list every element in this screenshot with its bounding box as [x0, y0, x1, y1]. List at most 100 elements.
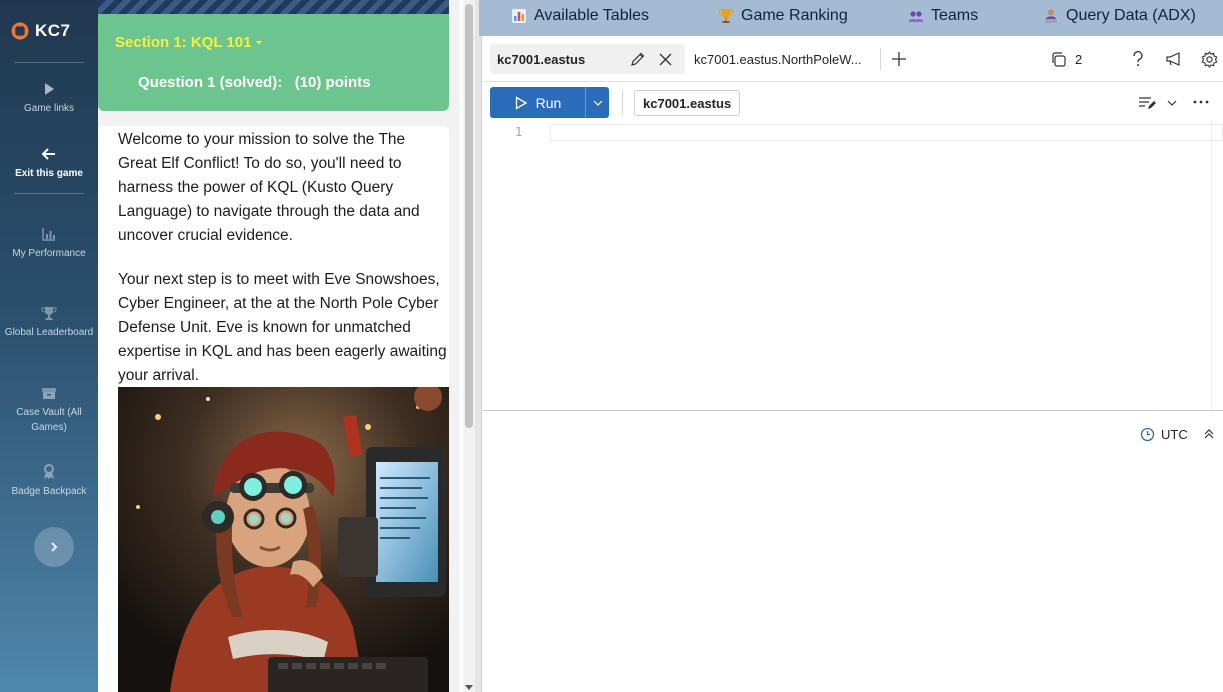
panel-divider[interactable] [475, 0, 482, 692]
chevron-down-icon [593, 100, 602, 106]
sidebar-item-global-leaderboard[interactable]: Global Leaderboard [4, 305, 94, 340]
elf-engineer-illustration [118, 387, 449, 692]
timezone-label: UTC [1161, 427, 1188, 442]
run-options-dropdown[interactable] [585, 87, 609, 118]
current-line-highlight[interactable] [550, 124, 1223, 141]
mission-illustration [118, 387, 449, 692]
mission-content: Welcome to your mission to solve the The… [98, 126, 449, 692]
app-root: KC7 Game links Exit this game My Perform… [0, 0, 1223, 692]
more-horizontal-icon [1193, 100, 1209, 104]
sidebar-item-label: Global Leaderboard [4, 327, 94, 338]
editor-scrollbar[interactable] [1211, 122, 1223, 410]
format-options-dropdown[interactable] [1166, 97, 1178, 109]
section-card: Section 1: KQL 101 Question 1 (solved): … [98, 14, 449, 111]
caret-down-icon [256, 40, 263, 44]
query-editor[interactable]: 1 [482, 122, 1223, 410]
sidebar-item-exit-game[interactable]: Exit this game [0, 146, 98, 181]
play-icon [45, 83, 54, 95]
user-laptop-icon [1045, 9, 1057, 23]
gear-icon [1201, 50, 1217, 68]
database-selector[interactable]: kc7001.eastus [634, 90, 741, 116]
nav-query-data-adx[interactable]: Query Data (ADX) [1043, 0, 1196, 32]
question-points: (10) points [294, 74, 371, 91]
tab-label: kc7001.eastus [497, 51, 586, 67]
run-button-group: Run [490, 87, 609, 118]
copies-button[interactable]: 2 [1050, 49, 1082, 69]
question-header: Question 1 (solved): (10) points [138, 74, 371, 91]
plus-icon [892, 52, 906, 66]
nav-teams[interactable]: Teams [908, 0, 978, 32]
sidebar-item-label: My Performance [12, 248, 86, 259]
run-button[interactable]: Run [490, 87, 585, 118]
help-button[interactable] [1128, 49, 1148, 69]
bar-chart-icon [42, 228, 55, 241]
sidebar-item-game-links[interactable]: Game links [0, 81, 98, 116]
database-name: kc7001.eastus [643, 95, 732, 111]
sidebar-item-label: Badge Backpack [11, 486, 87, 497]
help-icon [1133, 51, 1143, 66]
command-toolbar: Run kc7001.eastus [482, 82, 1223, 122]
more-options-button[interactable] [1189, 94, 1213, 110]
rail-divider [14, 193, 84, 194]
sidebar-item-badge-backpack[interactable]: Badge Backpack [4, 464, 94, 499]
nav-label: Game Ranking [741, 7, 848, 24]
rename-tab-button[interactable] [629, 50, 647, 68]
nav-game-ranking[interactable]: Game Ranking [718, 0, 848, 32]
line-number: 1 [515, 125, 523, 139]
close-tab-button[interactable] [656, 50, 674, 68]
expand-sidebar-button[interactable] [34, 527, 74, 567]
nav-available-tables[interactable]: Available Tables [511, 0, 649, 32]
section-selector[interactable]: Section 1: KQL 101 [115, 34, 263, 51]
sidebar-item-my-performance[interactable]: My Performance [4, 226, 94, 261]
mission-panel: Section 1: KQL 101 Question 1 (solved): … [98, 0, 460, 692]
clock-icon [1140, 427, 1155, 442]
play-icon [515, 95, 527, 110]
add-tab-button[interactable] [889, 49, 909, 69]
scroll-down-arrow[interactable] [465, 685, 473, 690]
nav-label: Available Tables [534, 7, 650, 24]
format-text-icon [1139, 97, 1156, 109]
nav-label: Query Data (ADX) [1066, 7, 1196, 24]
feedback-button[interactable] [1163, 49, 1185, 69]
decorative-stripe [98, 0, 449, 14]
sidebar-item-label: Game links [23, 103, 74, 114]
trophy-icon [718, 9, 734, 23]
scrollbar-thumb[interactable] [465, 4, 473, 428]
mission-scrollbar[interactable] [463, 0, 475, 692]
arrow-left-icon [41, 148, 55, 160]
sidebar-item-label: Exit this game [15, 168, 83, 179]
settings-button[interactable] [1199, 49, 1219, 69]
format-query-button[interactable] [1136, 94, 1158, 112]
close-icon [659, 53, 671, 65]
copy-icon [1052, 51, 1066, 67]
trophy-icon [41, 307, 57, 320]
tab-label: kc7001.eastus.NorthPoleW... [694, 51, 862, 67]
query-tab[interactable]: kc7001.eastus.NorthPoleW... [694, 44, 862, 74]
sidebar-item-case-vault[interactable]: Case Vault (All Games) [4, 385, 94, 435]
section-title: Section 1: KQL 101 [115, 34, 252, 51]
table-chart-icon [512, 9, 526, 23]
brand-name: KC7 [35, 21, 71, 40]
toolbar-separator [622, 90, 623, 114]
chevron-down-icon [1167, 100, 1177, 106]
kc7-logo-icon [11, 22, 29, 40]
timezone-selector[interactable]: UTC [1140, 427, 1188, 442]
top-nav-bar: Available Tables Game Ranking Teams Quer… [479, 0, 1223, 36]
rail-divider [14, 62, 84, 63]
mission-paragraph: Your next step is to meet with Eve Snows… [118, 271, 447, 384]
query-tab-row: kc7001.eastus kc7001.eastus.NorthPoleW..… [482, 36, 1223, 82]
run-label: Run [535, 94, 562, 111]
results-pane: UTC [482, 410, 1223, 692]
pencil-icon [631, 52, 645, 66]
archive-icon [42, 388, 56, 399]
question-status: Question 1 (solved): [138, 74, 283, 91]
copies-count: 2 [1075, 51, 1083, 67]
collapse-results-button[interactable] [1204, 427, 1214, 445]
megaphone-icon [1166, 52, 1180, 66]
tab-separator [880, 48, 881, 70]
mission-paragraph: Welcome to your mission to solve the The… [118, 131, 420, 244]
ribbon-icon [44, 464, 54, 479]
chevron-double-up-icon [1204, 429, 1214, 439]
brand-logo[interactable]: KC7 [0, 0, 98, 62]
left-nav-rail: KC7 Game links Exit this game My Perform… [0, 0, 98, 692]
